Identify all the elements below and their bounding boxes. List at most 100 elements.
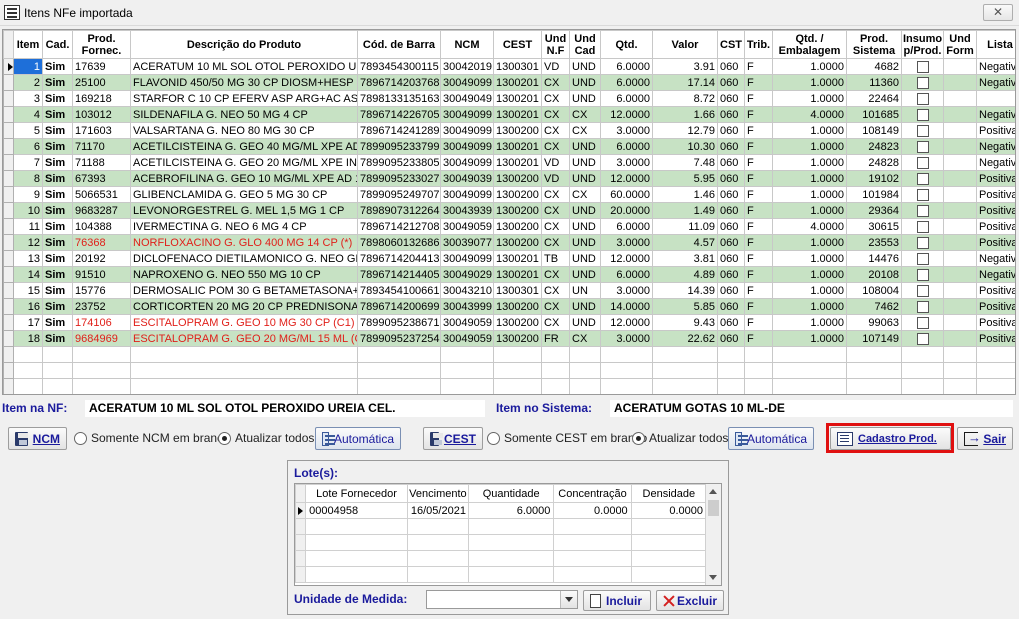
cell-cst[interactable]: 060 [717,186,745,203]
cell-undform[interactable] [943,330,977,347]
cell-undcad[interactable]: UND [569,138,601,155]
cell-valor[interactable]: 4.57 [652,234,718,251]
cell-lista[interactable]: Positiva [976,234,1015,251]
cell-trib[interactable]: F [744,122,773,139]
row-indicator[interactable] [3,298,14,315]
cell-qtd[interactable]: 3.0000 [600,154,653,171]
cell-trib[interactable]: F [744,218,773,235]
cell-qtdemb[interactable]: 1.0000 [772,250,847,267]
cell-cest[interactable]: 1300201 [493,74,542,91]
cell-forn[interactable]: 15776 [72,282,131,299]
cell-item[interactable]: 9 [13,186,43,203]
ncm-button[interactable]: NCM [8,427,67,450]
cell-ncm[interactable]: 30049049 [440,90,494,107]
cell-insumo[interactable] [901,330,944,347]
cell-qtd[interactable]: 3.0000 [600,330,653,347]
cell-forn[interactable]: 67393 [72,170,131,187]
cell-trib[interactable]: F [744,90,773,107]
table-row[interactable]: 18 Sim 9684969 ESCITALOPRAM G. GEO 20 MG/ML… [3,330,1015,347]
cell-prodsis[interactable]: 7462 [846,298,902,315]
cell-qtdemb[interactable]: 4.0000 [772,218,847,235]
exit-button[interactable]: Sair [957,427,1013,450]
cell-lista[interactable] [976,90,1015,107]
cell-undform[interactable] [943,106,977,123]
cell-desc[interactable]: ESCITALOPRAM G. GEO 20 MG/ML 15 ML (C1) [130,330,358,347]
cell-undnf[interactable]: VD [541,170,570,187]
cell-cest[interactable]: 1300200 [493,186,542,203]
table-row[interactable]: 17 Sim 174106 ESCITALOPRAM G. GEO 10 MG 30 … [3,314,1015,331]
cell-undnf[interactable]: TB [541,250,570,267]
lote-cell-densidade[interactable]: 0.0000 [630,502,708,519]
cell-cest[interactable]: 1300201 [493,250,542,267]
cell-qtd[interactable]: 6.0000 [600,138,653,155]
table-row[interactable]: 2 Sim 25100 FLAVONID 450/50 MG 30 CP DIOSM+… [3,74,1015,91]
lote-cell-vencimento[interactable]: 16/05/2021 [406,502,469,519]
cell-item[interactable]: 7 [13,154,43,171]
cell-qtdemb[interactable]: 1.0000 [772,170,847,187]
cell-undcad[interactable]: UND [569,202,601,219]
row-indicator[interactable] [3,282,14,299]
cell-undcad[interactable]: CX [569,330,601,347]
table-row[interactable]: 3 Sim 169218 STARFOR C 10 CP EFERV ASP ARG+… [3,90,1015,107]
cell-qtd[interactable]: 60.0000 [600,186,653,203]
cell-qtdemb[interactable]: 1.0000 [772,298,847,315]
col-header-cad[interactable]: Cad. [42,30,73,59]
cell-forn[interactable]: 171603 [72,122,131,139]
cell-qtdemb[interactable]: 1.0000 [772,234,847,251]
cell-barra[interactable]: 7893454100661 [357,282,441,299]
cell-forn[interactable]: 25100 [72,74,131,91]
cell-undform[interactable] [943,122,977,139]
cell-item[interactable]: 16 [13,298,43,315]
insumo-checkbox[interactable] [916,76,929,89]
insumo-checkbox[interactable] [916,204,929,217]
cell-ncm[interactable]: 30049099 [440,106,494,123]
cell-lista[interactable]: Negativa [976,58,1015,75]
cell-ncm[interactable]: 30043210 [440,282,494,299]
cell-prodsis[interactable]: 19102 [846,170,902,187]
cell-qtdemb[interactable]: 1.0000 [772,330,847,347]
cell-cst[interactable]: 060 [717,266,745,283]
cell-barra[interactable]: 7899095249707 [357,186,441,203]
cell-barra[interactable]: 7896714204413 [357,250,441,267]
cell-cest[interactable]: 1300201 [493,266,542,283]
insumo-checkbox[interactable] [916,156,929,169]
cell-ncm[interactable]: 30042019 [440,58,494,75]
cell-ncm[interactable]: 30049099 [440,74,494,91]
cell-forn[interactable]: 17639 [72,58,131,75]
cell-item[interactable]: 15 [13,282,43,299]
cell-valor[interactable]: 8.72 [652,90,718,107]
cell-valor[interactable]: 3.91 [652,58,718,75]
cell-qtd[interactable]: 3.0000 [600,282,653,299]
cell-qtd[interactable]: 6.0000 [600,74,653,91]
cell-cad[interactable]: Sim [42,122,73,139]
cell-cst[interactable]: 060 [717,314,745,331]
cell-undcad[interactable]: UN [569,282,601,299]
cell-forn[interactable]: 9683287 [72,202,131,219]
cell-cest[interactable]: 1300200 [493,314,542,331]
table-row[interactable]: 5 Sim 171603 VALSARTANA G. NEO 80 MG 30 CP 7… [3,122,1015,139]
cell-desc[interactable]: GLIBENCLAMIDA G. GEO 5 MG 30 CP [130,186,358,203]
cell-insumo[interactable] [901,106,944,123]
cell-cest[interactable]: 1300301 [493,282,542,299]
cell-lista[interactable]: Negativa [976,250,1015,267]
cell-undnf[interactable]: CX [541,202,570,219]
col-header-undnf[interactable]: Und N.F [541,30,570,59]
cell-cst[interactable]: 060 [717,202,745,219]
lote-col-vencimento[interactable]: Vencimento [406,484,469,503]
cell-lista[interactable]: Positiva [976,314,1015,331]
cell-undnf[interactable]: CX [541,74,570,91]
cell-undnf[interactable]: VD [541,58,570,75]
cell-barra[interactable]: 7896714200699 [357,298,441,315]
cell-cest[interactable]: 1300200 [493,122,542,139]
cell-lista[interactable]: Negativa [976,154,1015,171]
cell-qtdemb[interactable]: 1.0000 [772,282,847,299]
cell-forn[interactable]: 76368 [72,234,131,251]
cell-qtd[interactable]: 20.0000 [600,202,653,219]
cell-desc[interactable]: NAPROXENO G. NEO 550 MG 10 CP [130,266,358,283]
cell-trib[interactable]: F [744,314,773,331]
cell-undform[interactable] [943,202,977,219]
cell-undcad[interactable]: UND [569,298,601,315]
cell-cest[interactable]: 1300201 [493,154,542,171]
cell-valor[interactable]: 10.30 [652,138,718,155]
cell-ncm[interactable]: 30043999 [440,298,494,315]
